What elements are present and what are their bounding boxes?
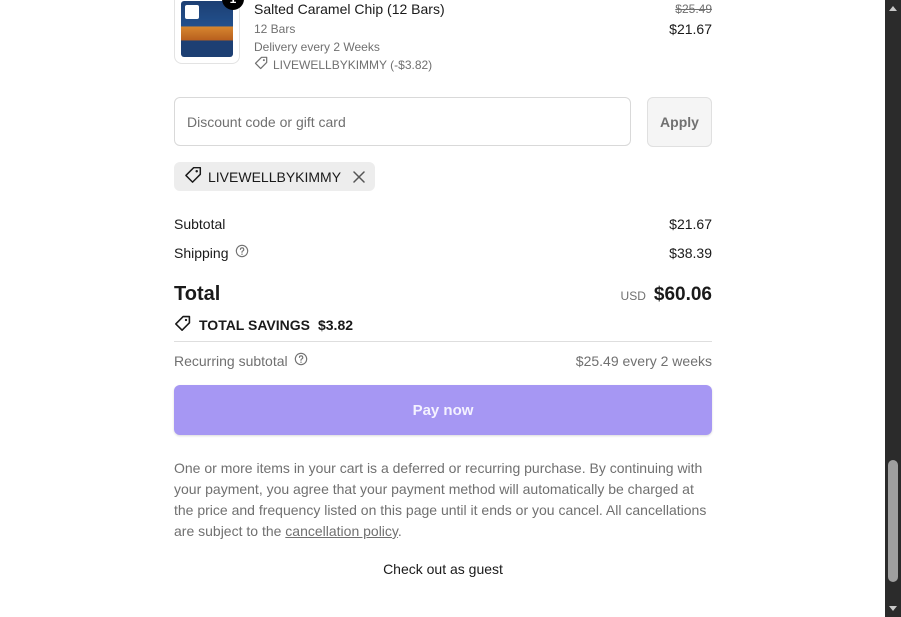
checkout-as-guest-link[interactable]: Check out as guest xyxy=(174,561,712,577)
total-savings: TOTAL SAVINGS $3.82 xyxy=(174,315,353,335)
shipping-label: Shipping xyxy=(174,244,229,261)
line-item: 1 Salted Caramel Chip (12 Bars) 12 Bars … xyxy=(174,0,712,72)
recurring-subtotal-row: Recurring subtotal $25.49 every 2 weeks xyxy=(174,352,712,369)
total-label: Total xyxy=(174,283,221,305)
applied-discount-code: LIVEWELLBYKIMMY xyxy=(208,168,342,185)
scrollbar-thumb[interactable] xyxy=(888,460,898,582)
product-box-art xyxy=(181,1,233,57)
original-price: $25.49 xyxy=(675,2,712,16)
recurring-value: $25.49 every 2 weeks xyxy=(575,352,712,369)
help-circle-icon[interactable] xyxy=(294,352,308,369)
recurring-notice: One or more items in your cart is a defe… xyxy=(174,458,714,542)
subtotal-label: Subtotal xyxy=(174,216,226,232)
product-variant: 12 Bars xyxy=(254,22,296,36)
subtotal-value: $21.67 xyxy=(669,216,712,232)
scrollbar[interactable] xyxy=(885,0,901,617)
delivery-frequency: Delivery every 2 Weeks xyxy=(254,40,380,54)
savings-value: $3.82 xyxy=(317,317,354,333)
notice-end: . xyxy=(397,523,402,539)
tag-icon xyxy=(184,166,202,187)
total-row: Total USD $60.06 xyxy=(174,283,712,306)
item-price: $21.67 xyxy=(669,21,712,37)
chevron-up-icon[interactable] xyxy=(885,0,901,16)
currency-code: USD xyxy=(620,288,646,303)
tag-icon xyxy=(174,315,191,335)
notice-text: One or more items in your cart is a defe… xyxy=(174,460,707,539)
pay-now-button[interactable]: Pay now xyxy=(174,385,712,435)
divider xyxy=(174,341,712,342)
line-item-discount: LIVEWELLBYKIMMY (-$3.82) xyxy=(254,56,432,73)
help-circle-icon[interactable] xyxy=(235,244,249,261)
applied-discount-chip: LIVEWELLBYKIMMY xyxy=(174,162,376,191)
tag-icon xyxy=(254,56,268,73)
subtotal-row: Subtotal $21.67 xyxy=(174,216,712,232)
product-name: Salted Caramel Chip (12 Bars) xyxy=(254,1,445,17)
savings-label: TOTAL SAVINGS xyxy=(199,317,310,333)
close-icon[interactable] xyxy=(353,170,365,183)
recurring-label-group: Recurring subtotal xyxy=(174,352,308,369)
recurring-label: Recurring subtotal xyxy=(174,352,288,369)
discount-code-input[interactable] xyxy=(174,97,631,146)
shipping-label-group: Shipping xyxy=(174,244,249,261)
shipping-row: Shipping $38.39 xyxy=(174,244,712,261)
total-amount: $60.06 xyxy=(653,283,712,305)
chevron-down-icon[interactable] xyxy=(885,601,901,617)
line-item-discount-label: LIVEWELLBYKIMMY (-$3.82) xyxy=(273,57,433,72)
total-value-group: USD $60.06 xyxy=(621,284,712,306)
cancellation-policy-link[interactable]: cancellation policy xyxy=(285,523,398,539)
shipping-value: $38.39 xyxy=(669,244,712,261)
apply-button[interactable]: Apply xyxy=(647,97,712,147)
